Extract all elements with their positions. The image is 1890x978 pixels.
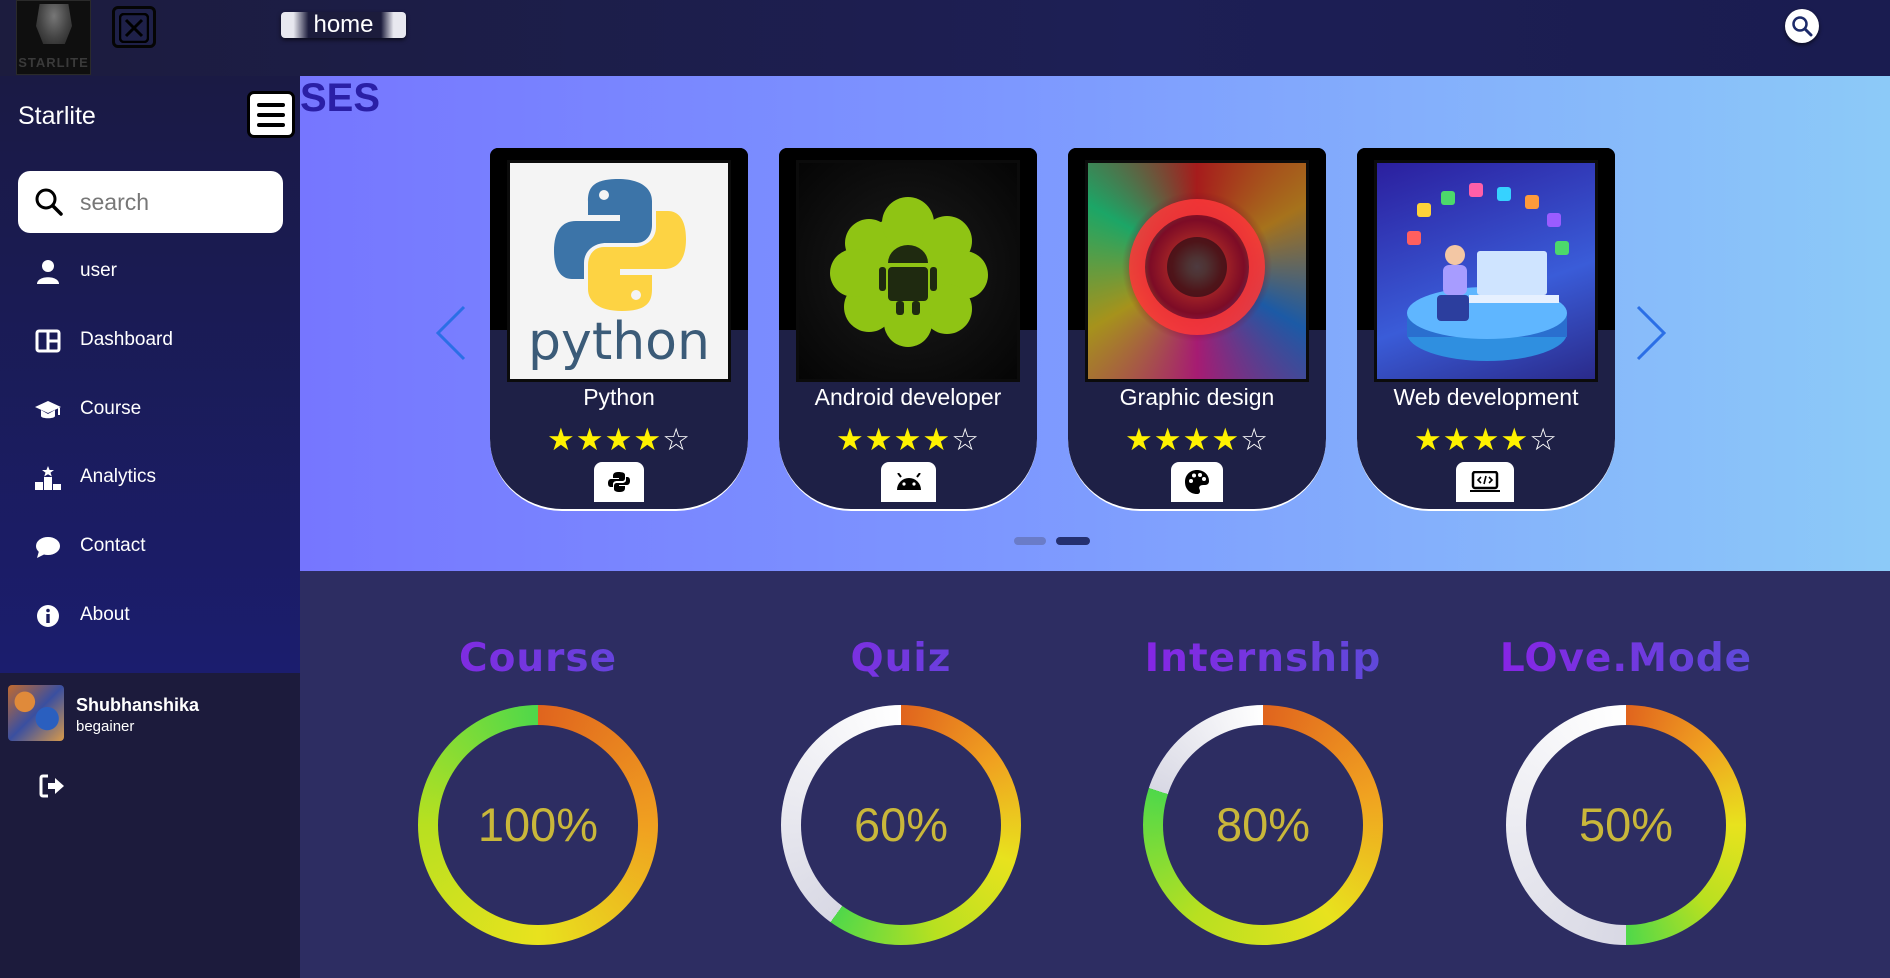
graduation-cap-icon xyxy=(35,401,61,419)
user-name: Shubhanshika xyxy=(76,695,200,715)
sidebar-item-label: Contact xyxy=(80,535,146,556)
android-icon xyxy=(896,473,921,490)
python-image-text: python xyxy=(528,312,710,372)
progress-ring-course: 100% xyxy=(418,705,658,945)
developer-illustration-image xyxy=(1407,183,1569,361)
course-name: Python xyxy=(583,384,655,410)
close-icon xyxy=(119,13,149,43)
search-input[interactable]: search xyxy=(18,171,283,233)
course-image-web-development xyxy=(1374,160,1598,382)
carousel-prev-arrow[interactable] xyxy=(434,304,468,362)
sidebar-item-label: Dashboard xyxy=(80,329,173,350)
sidebar-item-label: Analytics xyxy=(80,466,157,487)
starlite-logo[interactable]: STARLITE xyxy=(16,0,91,75)
carousel-next-arrow[interactable] xyxy=(1634,304,1668,362)
course-card-web-development[interactable]: Web development ★★★★☆ xyxy=(1357,148,1615,511)
course-badge[interactable] xyxy=(881,462,936,502)
home-link[interactable]: home xyxy=(281,12,406,38)
star-rating: ★★★★☆ xyxy=(547,422,691,458)
user-level: begainer xyxy=(76,718,135,735)
course-name: Graphic design xyxy=(1119,384,1275,410)
sidebar-item-label: user xyxy=(80,260,117,281)
progress-percent: 60% xyxy=(853,798,949,851)
sidebar-item-about[interactable]: About xyxy=(0,590,300,640)
user-icon xyxy=(37,260,59,284)
progress-percent: 50% xyxy=(1578,798,1674,851)
carousel-dot-1[interactable] xyxy=(1014,537,1046,545)
course-badge[interactable] xyxy=(1456,462,1514,502)
course-name: Android developer xyxy=(814,384,1002,410)
chat-icon xyxy=(36,537,60,558)
search-placeholder: search xyxy=(80,189,150,215)
logo-text: STARLITE xyxy=(18,55,89,70)
sidebar-item-label: About xyxy=(80,604,130,625)
creative-burst-image xyxy=(1088,163,1306,379)
sidebar-item-analytics[interactable]: Analytics xyxy=(0,452,300,502)
progress-ring-quiz: 60% xyxy=(781,705,1021,945)
analytics-icon xyxy=(35,466,61,490)
avatar[interactable] xyxy=(8,685,64,741)
info-icon xyxy=(37,605,59,627)
course-image-android xyxy=(796,160,1020,382)
laptop-code-icon xyxy=(1470,471,1500,492)
logout-icon[interactable] xyxy=(38,773,66,799)
course-image-graphic-design xyxy=(1085,160,1309,382)
python-logo-icon: python xyxy=(528,179,710,372)
course-card-android[interactable]: Android developer ★★★★☆ xyxy=(779,148,1037,511)
star-rating: ★★★★☆ xyxy=(1125,422,1269,458)
search-icon xyxy=(35,188,63,216)
course-card-graphic-design[interactable]: Graphic design ★★★★☆ xyxy=(1068,148,1326,511)
courses-section: SES python Python ★★★★☆ Android develope… xyxy=(300,76,1890,571)
progress-percent: 100% xyxy=(477,798,599,851)
course-name: Web development xyxy=(1393,384,1579,410)
sidebar-item-label: Course xyxy=(80,398,142,419)
sidebar-item-course[interactable]: Course xyxy=(0,384,300,434)
sidebar: Starlite search user Dashboard Course An… xyxy=(0,76,300,673)
section-title: SES xyxy=(300,76,381,120)
menu-toggle-button[interactable] xyxy=(247,91,295,138)
star-rating: ★★★★☆ xyxy=(836,422,980,458)
top-bar: STARLITE home xyxy=(0,0,1890,76)
star-rating: ★★★★☆ xyxy=(1414,422,1558,458)
close-button[interactable] xyxy=(112,6,156,48)
sidebar-title: Starlite xyxy=(18,102,96,130)
sidebar-item-dashboard[interactable]: Dashboard xyxy=(0,315,300,365)
dashboard-icon xyxy=(35,329,61,353)
palette-icon xyxy=(1185,470,1209,494)
progress-percent: 80% xyxy=(1215,798,1311,851)
sidebar-item-user[interactable]: user xyxy=(0,246,300,296)
course-image-python: python xyxy=(507,160,731,382)
stat-label-love-mode: LOve.Mode xyxy=(1476,636,1776,681)
stat-label-internship: Internship xyxy=(1113,636,1413,681)
python-icon xyxy=(608,472,630,492)
progress-ring-love-mode: 50% xyxy=(1506,705,1746,945)
user-profile-panel: Shubhanshika begainer xyxy=(0,673,300,978)
stat-label-course: Course xyxy=(388,636,688,681)
search-icon xyxy=(1792,16,1813,37)
course-badge[interactable] xyxy=(1171,462,1223,502)
carousel-dot-2[interactable] xyxy=(1056,537,1090,545)
top-search-button[interactable] xyxy=(1785,9,1819,43)
menu-icon xyxy=(257,103,285,107)
android-blob-icon xyxy=(830,197,988,347)
sidebar-item-contact[interactable]: Contact xyxy=(0,521,300,571)
progress-ring-internship: 80% xyxy=(1143,705,1383,945)
graduation-cap-logo-icon xyxy=(36,4,72,44)
course-card-python[interactable]: python Python ★★★★☆ xyxy=(490,148,748,511)
stat-label-quiz: Quiz xyxy=(751,636,1051,681)
course-badge[interactable] xyxy=(594,462,644,502)
